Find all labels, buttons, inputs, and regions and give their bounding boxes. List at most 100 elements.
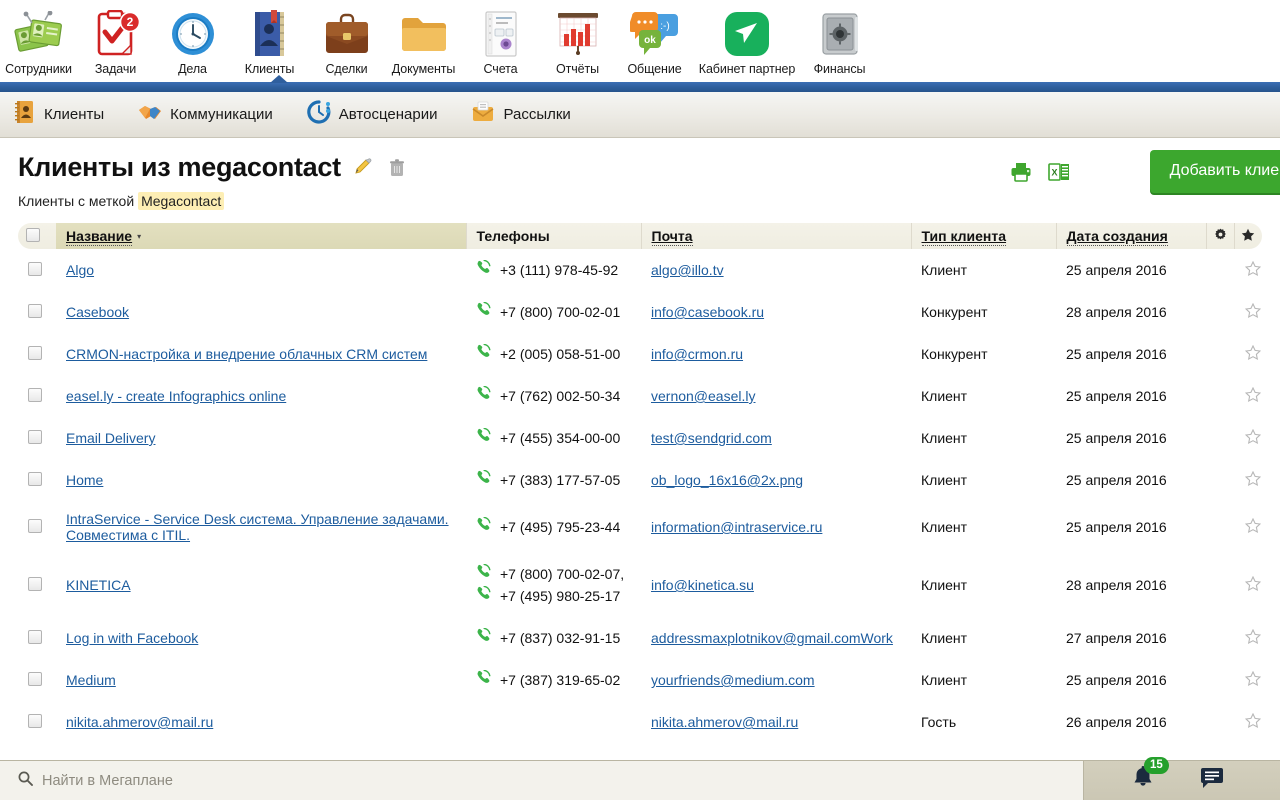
column-header-created[interactable]: Дата создания	[1056, 223, 1207, 249]
global-search[interactable]: Найти в Мегаплане	[0, 761, 1084, 800]
table-row[interactable]: Email Delivery +7 (455) 354-00-00 test@sen…	[18, 417, 1262, 459]
row-checkbox[interactable]	[28, 576, 42, 591]
client-name-link[interactable]: Algo	[66, 262, 94, 278]
toolbar-item-clients[interactable]: Клиенты	[231, 4, 308, 76]
table-row[interactable]: easel.ly - create Infographics online +7 …	[18, 375, 1262, 417]
row-checkbox[interactable]	[28, 629, 42, 644]
subnav-item-communications[interactable]: Коммуникации	[138, 101, 273, 128]
column-header-type-label[interactable]: Тип клиента	[921, 228, 1007, 246]
mail-link[interactable]: info@casebook.ru	[651, 304, 764, 320]
chat-icon[interactable]	[1200, 768, 1224, 793]
gear-icon[interactable]	[1214, 228, 1227, 244]
toolbar-item-deals[interactable]: Сделки	[308, 4, 385, 76]
mail-link[interactable]: addressmaxplotnikov@gmail.comWork	[651, 630, 893, 646]
favorite-star-icon[interactable]	[1244, 575, 1262, 596]
client-name-link[interactable]: KINETICA	[66, 577, 131, 593]
pencil-icon[interactable]	[351, 156, 375, 180]
client-name-link[interactable]: CRMON-настройка и внедрение облачных CRM…	[66, 346, 427, 362]
phone-line[interactable]: +7 (387) 319-65-02	[476, 669, 641, 691]
column-header-mail-label[interactable]: Почта	[651, 228, 693, 246]
client-name-link[interactable]: easel.ly - create Infographics online	[66, 388, 286, 404]
phone-line[interactable]: +7 (837) 032-91-15	[476, 627, 641, 649]
column-favorite-header[interactable]	[1234, 223, 1262, 249]
mail-link[interactable]: yourfriends@medium.com	[651, 672, 815, 688]
subnav-item-clients[interactable]: Клиенты	[14, 100, 104, 147]
column-header-mail[interactable]: Почта	[641, 223, 912, 249]
mail-link[interactable]: information@intraservice.ru	[651, 519, 822, 535]
mail-link[interactable]: vernon@easel.ly	[651, 388, 756, 404]
mail-link[interactable]: test@sendgrid.com	[651, 430, 772, 446]
row-checkbox[interactable]	[28, 471, 42, 486]
client-name-link[interactable]: Casebook	[66, 304, 129, 320]
row-checkbox[interactable]	[28, 429, 42, 444]
mail-link[interactable]: algo@illo.tv	[651, 262, 724, 278]
column-settings-header[interactable]	[1206, 223, 1235, 249]
tag-chip[interactable]: Megacontact	[138, 192, 225, 210]
column-header-name-label[interactable]: Название	[66, 228, 133, 246]
phone-line[interactable]: +7 (495) 980-25-17	[476, 585, 641, 607]
toolbar-item-invoices[interactable]: Счета	[462, 4, 539, 76]
subnav-item-mailings[interactable]: Рассылки	[471, 101, 571, 128]
phone-line[interactable]: +7 (800) 700-02-07,	[476, 563, 641, 585]
client-name-link[interactable]: IntraService - Service Desk система. Упр…	[66, 511, 449, 543]
row-checkbox[interactable]	[28, 387, 42, 402]
favorite-star-icon[interactable]	[1244, 517, 1262, 538]
column-header-phones-label[interactable]: Телефоны	[477, 228, 550, 245]
toolbar-item-finances[interactable]: Финансы	[801, 4, 878, 76]
notifications-button[interactable]: 15	[1132, 757, 1169, 795]
sort-caret-icon[interactable]: ▾	[137, 232, 141, 241]
table-row[interactable]: CRMON-настройка и внедрение облачных CRM…	[18, 333, 1262, 375]
row-checkbox[interactable]	[28, 345, 42, 360]
table-row[interactable]: Casebook +7 (800) 700-02-01 info@casebook.…	[18, 291, 1262, 333]
excel-export-icon[interactable]: X	[1040, 155, 1078, 189]
toolbar-item-employees[interactable]: Сотрудники	[0, 4, 77, 76]
row-checkbox[interactable]	[28, 518, 42, 533]
mail-link[interactable]: nikita.ahmerov@mail.ru	[651, 714, 798, 730]
table-row[interactable]: KINETICA +7 (800) 700-02-07, +7 (495) 980-…	[18, 553, 1262, 617]
column-header-phones[interactable]: Телефоны	[466, 223, 642, 249]
favorite-star-icon[interactable]	[1244, 302, 1262, 323]
phone-line[interactable]: +7 (383) 177-57-05	[476, 469, 641, 491]
toolbar-item-tasks[interactable]: 2 Задачи	[77, 4, 154, 76]
phone-line[interactable]: +7 (455) 354-00-00	[476, 427, 641, 449]
mail-link[interactable]: info@kinetica.su	[651, 577, 754, 593]
add-client-button[interactable]: Добавить клиента	[1149, 150, 1280, 193]
phone-line[interactable]: +3 (111) 978-45-92	[476, 259, 641, 281]
mail-link[interactable]: ob_logo_16x16@2x.png	[651, 472, 803, 488]
favorite-star-icon[interactable]	[1244, 386, 1262, 407]
favorite-star-icon[interactable]	[1244, 428, 1262, 449]
trash-icon[interactable]	[385, 156, 409, 180]
phone-line[interactable]: +7 (495) 795-23-44	[476, 516, 641, 538]
table-row[interactable]: Medium +7 (387) 319-65-02 yourfriends@medi…	[18, 659, 1262, 701]
client-name-link[interactable]: Log in with Facebook	[66, 630, 198, 646]
subnav-item-autoscenarios[interactable]: Автосценарии	[307, 100, 437, 129]
toolbar-item-deeds[interactable]: Дела	[154, 4, 231, 76]
table-row[interactable]: Log in with Facebook +7 (837) 032-91-15 ad…	[18, 617, 1262, 659]
client-name-link[interactable]: Email Delivery	[66, 430, 155, 446]
toolbar-item-partner-cabinet[interactable]: Кабинет партнер	[693, 4, 801, 76]
select-all-checkbox[interactable]	[26, 227, 40, 242]
favorite-star-icon[interactable]	[1244, 260, 1262, 281]
row-checkbox[interactable]	[28, 303, 42, 318]
column-header-type[interactable]: Тип клиента	[911, 223, 1057, 249]
bell-icon[interactable]	[1132, 766, 1154, 794]
column-header-created-label[interactable]: Дата создания	[1066, 228, 1168, 246]
toolbar-item-reports[interactable]: Отчёты	[539, 4, 616, 76]
favorite-star-icon[interactable]	[1244, 712, 1262, 733]
favorite-star-icon[interactable]	[1244, 344, 1262, 365]
phone-line[interactable]: +7 (800) 700-02-01	[476, 301, 641, 323]
client-name-link[interactable]: Home	[66, 472, 103, 488]
row-checkbox[interactable]	[28, 671, 42, 686]
client-name-link[interactable]: Medium	[66, 672, 116, 688]
favorite-star-icon[interactable]	[1244, 670, 1262, 691]
phone-line[interactable]: +2 (005) 058-51-00	[476, 343, 641, 365]
mail-link[interactable]: info@crmon.ru	[651, 346, 743, 362]
chat-button[interactable]	[1200, 767, 1224, 794]
client-name-link[interactable]: nikita.ahmerov@mail.ru	[66, 714, 213, 730]
favorite-star-icon[interactable]	[1244, 470, 1262, 491]
column-header-name[interactable]: Название ▾	[56, 223, 467, 249]
table-row[interactable]: Home +7 (383) 177-57-05 ob_logo_16x16@2x.p…	[18, 459, 1262, 501]
row-checkbox[interactable]	[28, 713, 42, 728]
table-row[interactable]: IntraService - Service Desk система. Упр…	[18, 501, 1262, 553]
table-row[interactable]: Algo +3 (111) 978-45-92 algo@illo.tv Клиент…	[18, 249, 1262, 291]
